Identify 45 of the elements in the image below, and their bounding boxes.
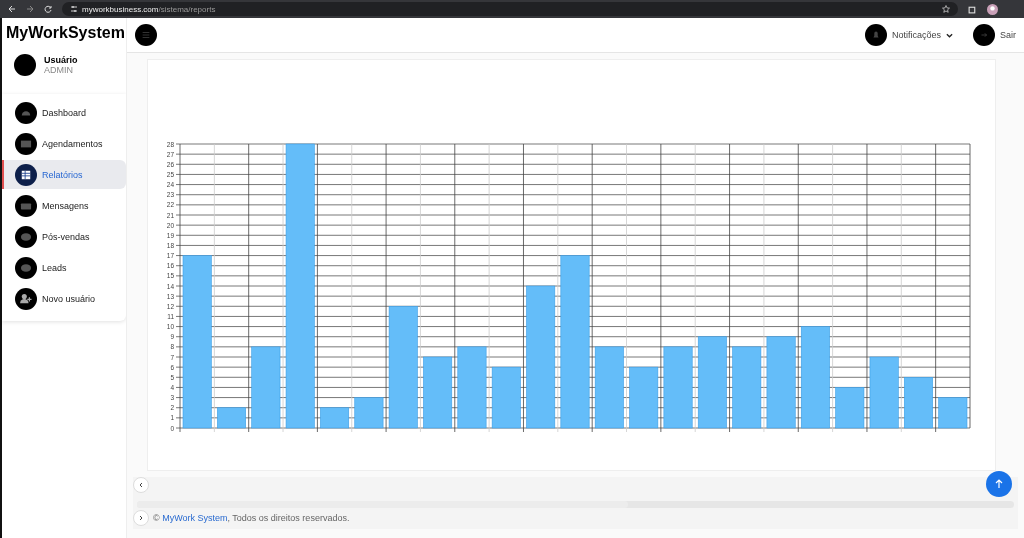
- footer-text: © MyWork System, Todos os direitos reservados.: [153, 513, 350, 523]
- bar: [320, 407, 350, 429]
- site-settings-icon[interactable]: [70, 5, 78, 13]
- profile-avatar-icon[interactable]: [987, 3, 998, 15]
- sidebar-icon: [15, 256, 37, 279]
- star-icon[interactable]: [942, 5, 950, 13]
- sidebar-icon: [15, 163, 37, 186]
- logout-icon: [973, 24, 995, 46]
- back-to-top-button[interactable]: [986, 471, 1012, 497]
- reload-icon[interactable]: [44, 5, 52, 13]
- caret-icon: [946, 31, 953, 39]
- sidebar-icon: [15, 194, 37, 217]
- bell-icon: [864, 24, 887, 46]
- bar: [938, 397, 968, 429]
- bar: [904, 377, 933, 429]
- notifications-button[interactable]: Notificações: [864, 24, 953, 46]
- sidebar-item[interactable]: Agendamentos: [2, 129, 126, 158]
- menu-icon: [135, 24, 157, 46]
- user-avatar-icon: [14, 54, 36, 76]
- address-bar[interactable]: myworkbusiness.com/sistema/reports: [62, 2, 958, 16]
- arrow-up-icon: [994, 479, 1004, 489]
- menu-toggle-button[interactable]: [135, 24, 157, 46]
- extensions-icon[interactable]: [968, 4, 977, 14]
- sidebar-icon: [15, 287, 37, 310]
- bar: [491, 366, 521, 429]
- bar: [354, 397, 384, 429]
- sidebar-icon: [15, 101, 37, 124]
- sidebar-item[interactable]: Novo usuário: [2, 284, 126, 313]
- user-name: Usuário: [44, 55, 78, 65]
- sidebar-item[interactable]: Dashboard: [2, 98, 126, 127]
- user-role: ADMIN: [44, 65, 74, 75]
- bar: [217, 407, 246, 429]
- sidebar-icon: [15, 225, 37, 248]
- sidebar-item[interactable]: Relatórios: [2, 160, 126, 189]
- footer-link[interactable]: MyWork System: [162, 513, 228, 523]
- bar: [629, 366, 659, 429]
- sidebar-item[interactable]: Mensagens: [2, 191, 126, 220]
- sidebar-icon: [15, 132, 37, 155]
- brand-title: MyWorkSystem: [5, 24, 126, 42]
- forward-icon[interactable]: [26, 5, 34, 13]
- back-icon[interactable]: [8, 5, 16, 13]
- sidebar-item[interactable]: Pós-vendas: [2, 222, 126, 251]
- logout-button[interactable]: Sair: [973, 24, 1016, 46]
- sidebar-item[interactable]: Leads: [2, 253, 126, 282]
- bar: [835, 387, 865, 429]
